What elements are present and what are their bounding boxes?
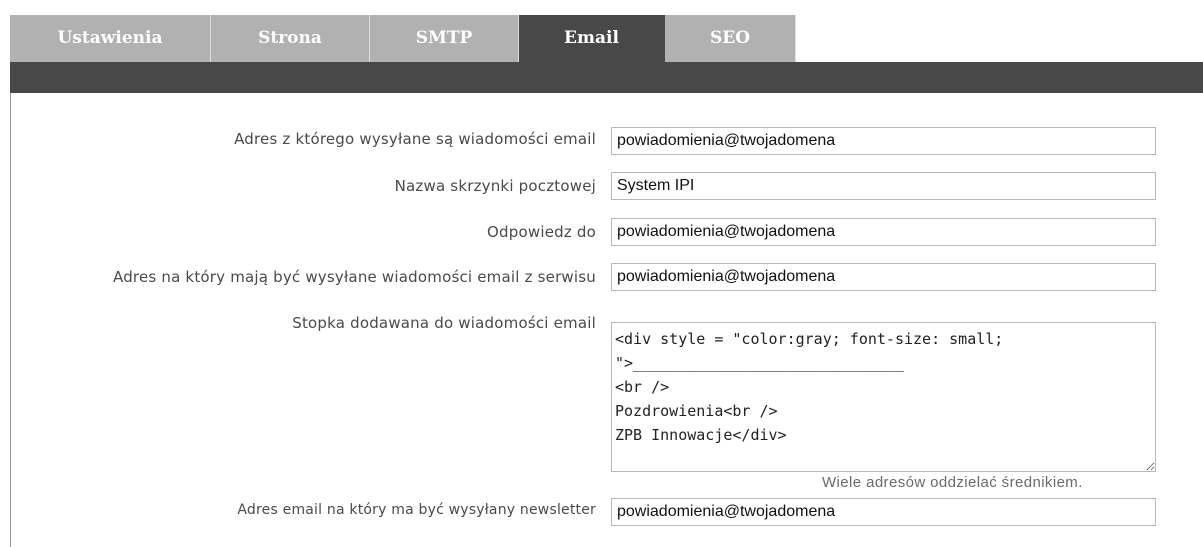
tab-ustawienia[interactable]: Ustawienia [10,15,211,62]
header-bar [10,62,1203,93]
tab-email[interactable]: Email [519,15,665,62]
service-recipient-input[interactable] [611,263,1156,291]
tab-strona[interactable]: Strona [211,15,370,62]
sender-address-label: Adres z którego wysyłane są wiadomości e… [234,130,596,148]
tab-bar: Ustawienia Strona SMTP Email SEO [10,15,796,62]
panel-border [10,93,11,547]
reply-to-label: Odpowiedz do [487,223,596,241]
sender-address-input[interactable] [611,127,1156,155]
newsletter-address-input[interactable] [611,498,1156,526]
reply-to-input[interactable] [611,218,1156,246]
footer-label: Stopka dodawana do wiadomości email [292,314,596,332]
tab-smtp[interactable]: SMTP [370,15,519,62]
newsletter-address-label: Adres email na który ma być wysyłany new… [237,502,596,518]
tab-seo[interactable]: SEO [665,15,796,62]
mailbox-name-input[interactable] [611,172,1156,200]
footer-textarea[interactable]: <div style = "color:gray; font-size: sma… [611,322,1156,472]
mailbox-name-label: Nazwa skrzynki pocztowej [394,177,596,195]
service-recipient-label: Adres na który mają być wysyłane wiadomo… [113,268,596,286]
footer-hint: Wiele adresów oddzielać średnikiem. [822,474,1083,491]
